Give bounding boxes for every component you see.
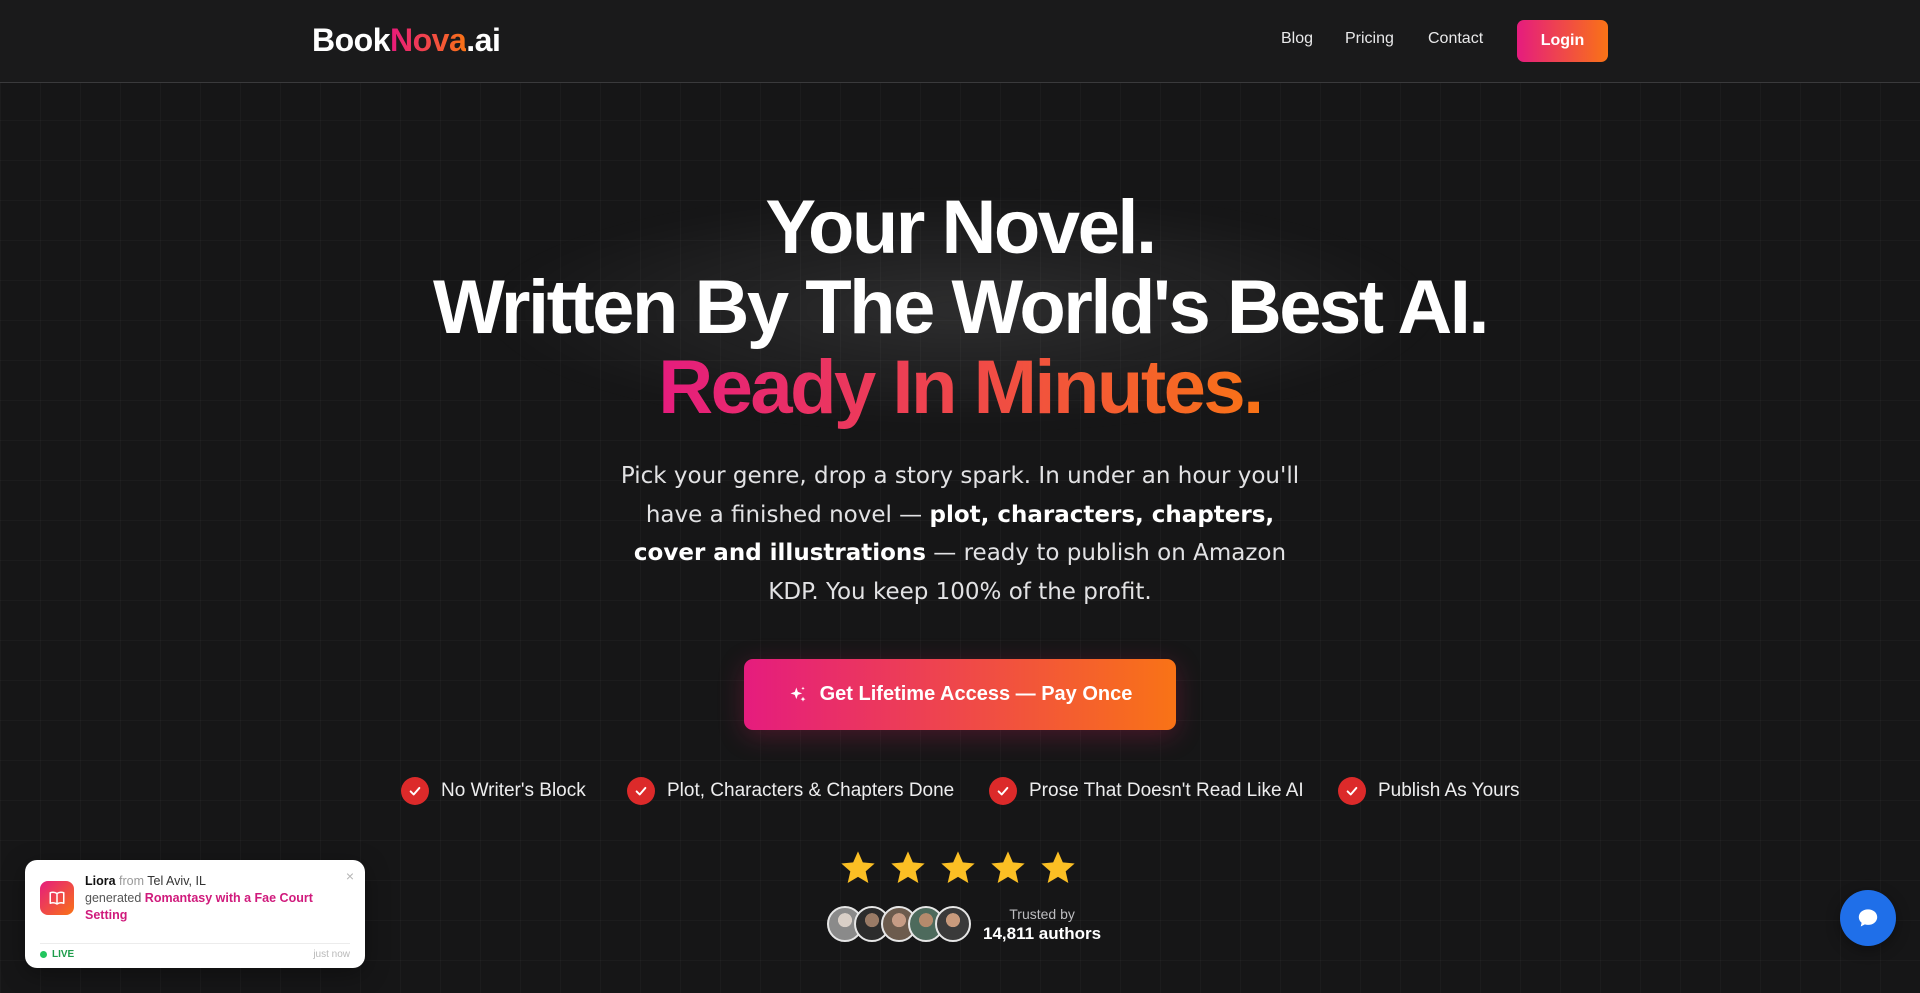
- toast-from: from: [119, 874, 145, 888]
- hero-subtitle: Pick your genre, drop a story spark. In …: [620, 457, 1300, 611]
- toast-divider: [40, 943, 350, 944]
- activity-toast: Liora from Tel Aviv, IL generated Romant…: [25, 860, 365, 968]
- trusted-by: Trusted by 14,811 authors: [983, 906, 1101, 944]
- nav-pricing-link[interactable]: Pricing: [1345, 30, 1394, 48]
- logo-text-nova: Nova: [390, 22, 467, 58]
- star-icon: [941, 851, 975, 883]
- feature-item: Publish As Yours: [1338, 777, 1520, 805]
- avatar: [935, 906, 971, 942]
- live-dot-icon: [40, 951, 47, 958]
- chat-button[interactable]: [1840, 890, 1896, 946]
- feature-label: Plot, Characters & Chapters Done: [667, 780, 955, 801]
- chat-icon: [1858, 909, 1878, 927]
- close-icon[interactable]: ×: [346, 868, 354, 884]
- feature-item: No Writer's Block: [401, 777, 586, 805]
- nav-blog-link[interactable]: Blog: [1281, 30, 1313, 48]
- author-count: 14,811 authors: [983, 924, 1102, 943]
- feature-item: Plot, Characters & Chapters Done: [627, 777, 954, 805]
- check-icon: [401, 777, 429, 805]
- star-icon: [1041, 851, 1075, 883]
- sparkles-icon: [790, 686, 806, 702]
- get-lifetime-access-button[interactable]: Get Lifetime Access — Pay Once: [744, 659, 1176, 730]
- site-header: BookNova.ai Blog Pricing Contact Login: [0, 0, 1920, 83]
- trusted-label: Trusted by: [1009, 906, 1075, 922]
- toast-location: Tel Aviv, IL: [147, 874, 206, 888]
- nav-contact-link[interactable]: Contact: [1428, 30, 1483, 48]
- hero-title-line1: Your Novel.: [765, 185, 1157, 270]
- hero-title-line3: Ready In Minutes.: [0, 348, 1920, 428]
- star-icon: [991, 851, 1025, 883]
- feature-label: No Writer's Block: [441, 780, 586, 801]
- author-avatars: [827, 906, 971, 942]
- hero-title-line3-text: Ready In Minutes.: [658, 345, 1264, 430]
- check-icon: [1338, 777, 1366, 805]
- hero-title-line2: Written By The World's Best AI.: [433, 265, 1489, 350]
- logo-text-ai: .ai: [466, 22, 501, 58]
- site-logo[interactable]: BookNova.ai: [312, 22, 501, 59]
- feature-list: No Writer's Block Plot, Characters & Cha…: [0, 777, 1920, 807]
- toast-user-name: Liora: [85, 874, 116, 888]
- star-icon: [891, 851, 925, 883]
- feature-label: Publish As Yours: [1378, 780, 1520, 801]
- rating-stars: [838, 848, 1078, 888]
- logo-text-book: Book: [312, 22, 391, 58]
- star-icon: [841, 851, 875, 883]
- toast-verb: generated: [85, 891, 142, 905]
- login-button[interactable]: Login: [1517, 20, 1608, 62]
- feature-item: Prose That Doesn't Read Like AI: [989, 777, 1304, 805]
- feature-label: Prose That Doesn't Read Like AI: [1029, 780, 1304, 801]
- live-indicator: LIVE: [40, 949, 74, 960]
- check-icon: [627, 777, 655, 805]
- toast-timestamp: just now: [313, 949, 350, 960]
- toast-message: Liora from Tel Aviv, IL generated Romant…: [85, 873, 325, 924]
- check-icon: [989, 777, 1017, 805]
- book-icon: [40, 881, 74, 915]
- cta-label: Get Lifetime Access — Pay Once: [819, 683, 1133, 705]
- live-label: LIVE: [52, 949, 75, 960]
